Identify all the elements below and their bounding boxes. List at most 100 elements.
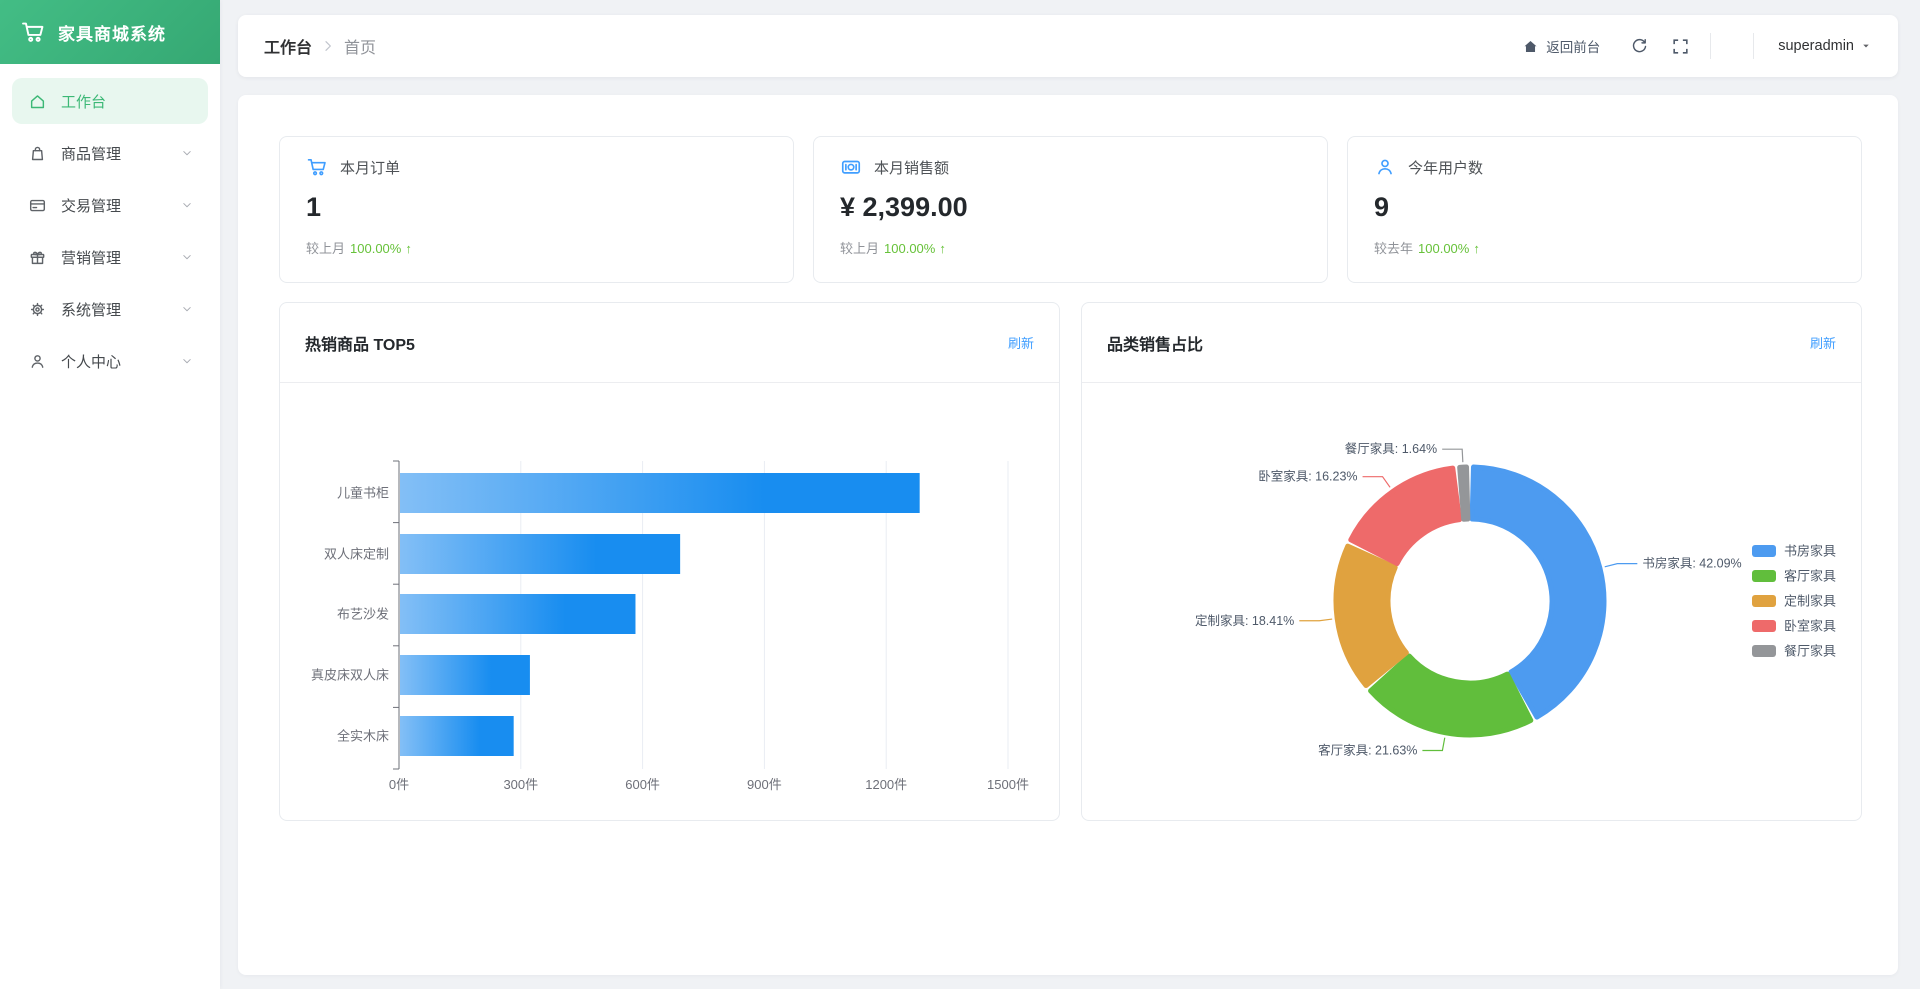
top-bar: 工作台 首页 返回前台 superadmin bbox=[238, 15, 1898, 77]
stat-card-monthly-sales: 本月销售额 ¥ 2,399.00 较上月 100.00% ↑ bbox=[813, 136, 1328, 283]
divider bbox=[1753, 33, 1755, 59]
pie-slice-客厅家具[interactable] bbox=[1368, 653, 1534, 738]
label-leader-line bbox=[1604, 563, 1638, 568]
cart-icon bbox=[20, 19, 46, 45]
arrow-up-icon: ↑ bbox=[1473, 241, 1480, 256]
stat-head: 本月订单 bbox=[306, 156, 767, 178]
stat-compare: 较上月 100.00% ↑ bbox=[306, 241, 412, 256]
legend-label: 书房家具 bbox=[1784, 544, 1836, 559]
sidebar-item-profile-center[interactable]: 个人中心 bbox=[12, 338, 208, 384]
category-share-header: 品类销售占比 刷新 bbox=[1082, 303, 1861, 383]
stat-label: 今年用户数 bbox=[1408, 159, 1484, 177]
chevron-down-icon bbox=[180, 302, 194, 316]
label-leader-line bbox=[1442, 448, 1464, 463]
category-label: 真皮床双人床 bbox=[311, 668, 389, 683]
stat-label: 本月销售额 bbox=[874, 159, 950, 177]
x-axis-tick-label: 300件 bbox=[503, 777, 538, 792]
bar-儿童书柜[interactable] bbox=[400, 473, 920, 513]
stat-head: 本月销售额 bbox=[840, 156, 1301, 178]
sidebar-menu: 工作台 商品管理 交易管理 营销管理 系统管理 个人中心 bbox=[0, 64, 220, 384]
refresh-icon[interactable] bbox=[1630, 37, 1649, 56]
user-dropdown[interactable]: superadmin bbox=[1778, 38, 1872, 54]
stat-compare: 较去年 100.00% ↑ bbox=[1374, 241, 1480, 256]
gift-icon bbox=[28, 248, 47, 267]
legend-label: 定制家具 bbox=[1784, 594, 1836, 609]
chevron-down-icon bbox=[180, 198, 194, 212]
arrow-up-icon: ↑ bbox=[939, 241, 946, 256]
bar-chart-svg: 0件 300件 600件 900件 1200件 1500件 儿童书柜双人床定制布艺沙发真皮床… bbox=[311, 460, 1029, 792]
pie-slice-定制家具[interactable] bbox=[1333, 543, 1409, 689]
sidebar-item-label: 个人中心 bbox=[61, 353, 122, 371]
category-share-refresh-button[interactable]: 刷新 bbox=[1810, 333, 1836, 352]
donut-chart-svg: 书房家具: 42.09% 客厅家具: 21.63% 定制家具: 18.41% 卧室家具… bbox=[1195, 441, 1836, 757]
pie-label: 客厅家具: 21.63% bbox=[1318, 742, 1417, 757]
divider bbox=[1710, 33, 1712, 59]
username: superadmin bbox=[1778, 38, 1854, 54]
home-filled-icon bbox=[1522, 38, 1539, 55]
legend-swatch bbox=[1752, 595, 1776, 607]
sidebar-item-trade-management[interactable]: 交易管理 bbox=[12, 182, 208, 228]
arrow-up-icon: ↑ bbox=[405, 241, 412, 256]
sidebar-item-workbench[interactable]: 工作台 bbox=[12, 78, 208, 124]
legend-label: 卧室家具 bbox=[1784, 619, 1836, 634]
label-leader-line bbox=[1299, 618, 1333, 622]
back-to-front-label: 返回前台 bbox=[1546, 40, 1601, 55]
chevron-down-icon bbox=[180, 250, 194, 264]
bar-布艺沙发[interactable] bbox=[400, 594, 636, 634]
stat-compare: 较上月 100.00% ↑ bbox=[840, 241, 946, 256]
user-icon bbox=[1374, 156, 1396, 178]
category-share-title: 品类销售占比 bbox=[1107, 336, 1204, 354]
hot-products-refresh-button[interactable]: 刷新 bbox=[1008, 333, 1034, 352]
sidebar-item-system-management[interactable]: 系统管理 bbox=[12, 286, 208, 332]
pie-slice-餐厅家具[interactable] bbox=[1457, 464, 1471, 522]
legend-item-书房家具[interactable]: 书房家具 bbox=[1752, 544, 1836, 559]
top-actions: 返回前台 superadmin bbox=[1515, 33, 1872, 59]
x-axis-tick-label: 900件 bbox=[747, 777, 782, 792]
stat-card-monthly-orders: 本月订单 1 较上月 100.00% ↑ bbox=[279, 136, 794, 283]
gear-icon bbox=[28, 300, 47, 319]
label-leader-line bbox=[1422, 737, 1446, 752]
main-area: 工作台 首页 返回前台 superadmin 本月订单 1 较上月 100.00%… bbox=[220, 0, 1920, 989]
brand-title: 家具商城系统 bbox=[58, 24, 166, 44]
legend-item-卧室家具[interactable]: 卧室家具 bbox=[1752, 619, 1836, 634]
legend-item-客厅家具[interactable]: 客厅家具 bbox=[1752, 569, 1836, 584]
legend-swatch bbox=[1752, 645, 1776, 657]
legend-item-定制家具[interactable]: 定制家具 bbox=[1752, 594, 1836, 609]
donut-chart: 书房家具: 42.09% 客厅家具: 21.63% 定制家具: 18.41% 卧室家具… bbox=[1082, 383, 1861, 820]
hot-products-panel: 热销商品 TOP5 刷新 0件 300件 600件 900件 1200件 1500件 儿童书… bbox=[279, 302, 1060, 821]
stat-head: 今年用户数 bbox=[1374, 156, 1835, 178]
sidebar-item-label: 营销管理 bbox=[61, 249, 122, 267]
user-icon bbox=[28, 352, 47, 371]
category-label: 布艺沙发 bbox=[337, 607, 389, 622]
legend-label: 客厅家具 bbox=[1784, 569, 1836, 584]
card-icon bbox=[28, 196, 47, 215]
sidebar: 家具商城系统 工作台 商品管理 交易管理 营销管理 系统管理 个人中心 bbox=[0, 0, 220, 989]
bar-真皮床双人床[interactable] bbox=[400, 655, 530, 695]
brand-header: 家具商城系统 bbox=[0, 0, 220, 64]
bar-双人床定制[interactable] bbox=[400, 534, 681, 574]
content-card: 本月订单 1 较上月 100.00% ↑ 本月销售额 ¥ 2,399.00 较上月 1… bbox=[238, 95, 1898, 975]
stat-value: ¥ 2,399.00 bbox=[840, 192, 968, 222]
stat-label: 本月订单 bbox=[340, 159, 401, 177]
pie-slice-卧室家具[interactable] bbox=[1348, 465, 1462, 567]
category-label: 儿童书柜 bbox=[337, 486, 389, 501]
x-axis-tick-label: 1500件 bbox=[987, 777, 1029, 792]
pie-label: 定制家具: 18.41% bbox=[1195, 613, 1294, 628]
money-icon bbox=[840, 156, 862, 178]
back-to-front-button[interactable]: 返回前台 bbox=[1515, 36, 1600, 56]
bar-全实木床[interactable] bbox=[400, 716, 514, 756]
caret-down-icon bbox=[1860, 40, 1872, 52]
sidebar-item-product-management[interactable]: 商品管理 bbox=[12, 130, 208, 176]
label-leader-line bbox=[1362, 476, 1391, 488]
chevron-down-icon bbox=[180, 146, 194, 160]
legend-item-餐厅家具[interactable]: 餐厅家具 bbox=[1752, 644, 1836, 659]
chevron-down-icon bbox=[180, 354, 194, 368]
x-axis-tick-label: 600件 bbox=[625, 777, 660, 792]
sidebar-item-label: 交易管理 bbox=[61, 197, 122, 215]
fullscreen-icon[interactable] bbox=[1671, 37, 1690, 56]
stat-card-yearly-users: 今年用户数 9 较去年 100.00% ↑ bbox=[1347, 136, 1862, 283]
sidebar-item-marketing-management[interactable]: 营销管理 bbox=[12, 234, 208, 280]
breadcrumb-workbench[interactable]: 工作台 bbox=[264, 34, 312, 58]
category-label: 全实木床 bbox=[337, 729, 389, 744]
home-icon bbox=[28, 92, 47, 111]
